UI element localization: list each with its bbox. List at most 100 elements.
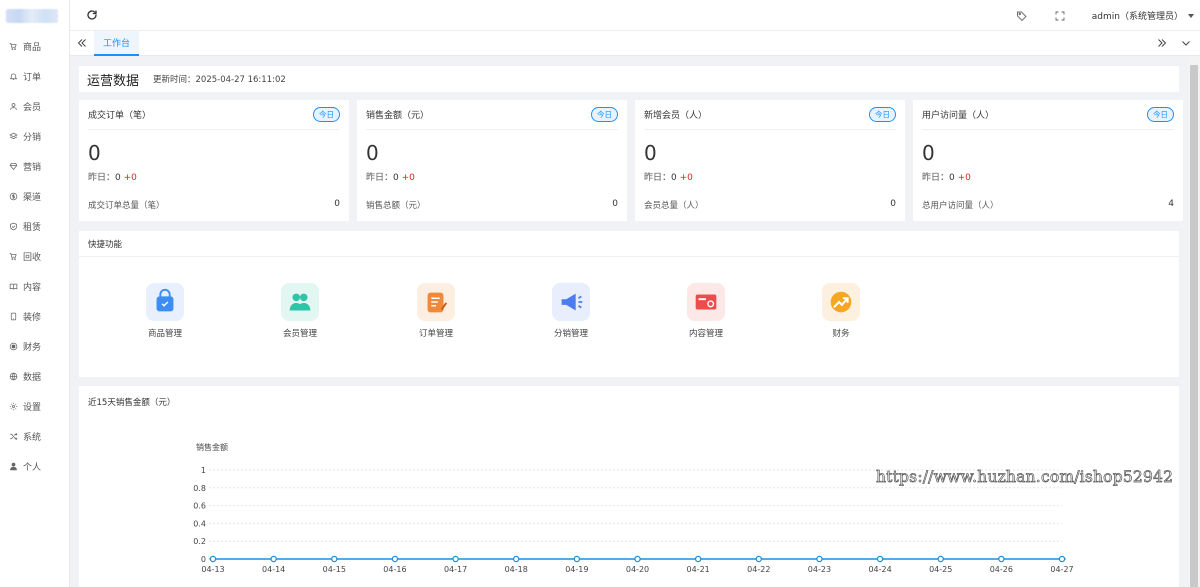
sidebar-item-14[interactable]: 个人: [0, 451, 69, 481]
tabbar: 工作台: [70, 31, 1200, 56]
sidebar-menu: 商品 订单会员分销营销渠道租赁回收内容装修 财务 数据设置系统 个人: [0, 31, 69, 481]
order-edit-icon: [417, 283, 455, 321]
stat-footer: 销售总额（元） 0: [366, 199, 618, 211]
sidebar-item-8[interactable]: 内容: [0, 271, 69, 301]
quick-functions-card: 快捷功能 商品管理 会员管理 订单管理 分销管理 内容管理 财务: [79, 231, 1179, 377]
user-menu[interactable]: admin（系统管理员）: [1092, 9, 1183, 22]
stat-value: 0: [88, 141, 101, 165]
stat-label: 新增会员（人）: [644, 111, 708, 121]
quick-item[interactable]: 财务: [801, 283, 881, 339]
update-time: 更新时间：2025-04-27 16:11:02: [153, 75, 286, 85]
page-title: 运营数据: [87, 73, 140, 89]
scrollbar[interactable]: [1188, 57, 1200, 587]
data-point: [816, 555, 823, 563]
yesterday-value: 0: [949, 173, 955, 183]
sidebar-item-3[interactable]: 分销: [0, 121, 69, 151]
delta-value: +0: [123, 173, 137, 183]
x-tick-label: 04-25: [929, 565, 952, 574]
sidebar: 商品 订单会员分销营销渠道租赁回收内容装修 财务 数据设置系统 个人: [0, 0, 70, 587]
refresh-icon[interactable]: [86, 9, 98, 21]
x-tick-label: 04-15: [323, 565, 346, 574]
sidebar-item-label: 设置: [23, 402, 42, 413]
tab-workbench[interactable]: 工作台: [94, 31, 139, 56]
total-label: 销售总额（元）: [366, 201, 426, 211]
quick-item-label: 分销管理: [553, 329, 588, 339]
sidebar-item-0[interactable]: 商品: [0, 31, 69, 61]
mobile-icon: [8, 311, 18, 321]
tag-icon[interactable]: [1016, 10, 1028, 22]
data-point: [512, 555, 520, 563]
cart-icon: [8, 41, 18, 51]
stat-card: 用户访问量（人） 今日 0 昨日：0 +0 总用户访问量（人） 4: [913, 100, 1183, 221]
total-label: 成交订单总量（笔）: [88, 201, 165, 211]
today-badge: 今日: [313, 107, 340, 122]
quick-item[interactable]: 分销管理: [531, 283, 611, 339]
x-tick-label: 04-23: [808, 565, 831, 574]
quick-item[interactable]: 会员管理: [260, 283, 340, 339]
fullscreen-icon[interactable]: [1054, 10, 1066, 22]
logo[interactable]: [0, 0, 69, 31]
sidebar-item-label: 营销: [23, 162, 42, 173]
sidebar-item-13[interactable]: 系统: [0, 421, 69, 451]
data-point: [937, 555, 944, 563]
total-label: 总用户访问量（人）: [922, 201, 999, 211]
caret-down-icon[interactable]: [1188, 13, 1194, 18]
today-badge: 今日: [1147, 107, 1174, 122]
quick-item-label: 内容管理: [688, 329, 723, 339]
sales-chart-card: 近15天销售金额（元） 销售金额 0 0.2 0.4 0.6 0.8 1 04-13 04-14…: [79, 386, 1179, 587]
chevron-down-icon[interactable]: [1180, 37, 1192, 49]
sidebar-item-label: 回收: [23, 252, 42, 263]
content-card-icon: [687, 283, 725, 321]
trend-up-icon: [822, 283, 860, 321]
stat-value: 0: [922, 141, 935, 165]
sidebar-item-1[interactable]: 订单: [0, 61, 69, 91]
sidebar-item-6[interactable]: 租赁: [0, 211, 69, 241]
watermark: https://www.huzhan.com/ishop52942: [876, 468, 1174, 487]
sidebar-item-10[interactable]: 财务: [0, 331, 69, 361]
sidebar-item-7[interactable]: 回收: [0, 241, 69, 271]
shopping-bag-icon: [146, 283, 184, 321]
topbar-right: admin（系统管理员）: [1016, 0, 1194, 31]
sidebar-item-12[interactable]: 设置: [0, 391, 69, 421]
stat-header: 成交订单（笔） 今日: [88, 100, 340, 130]
finance-icon: [8, 341, 18, 351]
x-tick-label: 04-24: [868, 565, 891, 574]
yesterday-label: 昨日：: [922, 173, 950, 183]
x-tick-label: 04-19: [565, 565, 588, 574]
sidebar-item-label: 内容: [23, 282, 42, 293]
double-chevron-left-icon[interactable]: [76, 37, 88, 49]
sidebar-item-11[interactable]: 数据: [0, 361, 69, 391]
sidebar-item-label: 分销: [23, 132, 42, 143]
sidebar-item-4[interactable]: 营销: [0, 151, 69, 181]
quick-item-label: 会员管理: [282, 329, 317, 339]
yesterday-value: 0: [115, 173, 121, 183]
topbar: admin（系统管理员）: [70, 0, 1200, 31]
sidebar-item-9[interactable]: 装修: [0, 301, 69, 331]
stat-header: 用户访问量（人） 今日: [922, 100, 1174, 130]
stat-label: 销售金额（元）: [366, 111, 430, 121]
quick-item[interactable]: 内容管理: [666, 283, 746, 339]
person-icon: [8, 461, 18, 471]
scrollbar-thumb[interactable]: [1190, 65, 1198, 587]
data-point: [755, 555, 763, 563]
quick-item-label: 财务: [832, 329, 850, 339]
total-value: 0: [612, 199, 618, 209]
sidebar-item-label: 会员: [23, 102, 42, 113]
gear-icon: [8, 401, 18, 411]
double-chevron-right-icon[interactable]: [1156, 37, 1168, 49]
sidebar-item-2[interactable]: 会员: [0, 91, 69, 121]
sidebar-item-label: 渠道: [23, 192, 42, 203]
stat-footer: 会员总量（人） 0: [644, 199, 896, 211]
stat-yesterday: 昨日：0 +0: [644, 170, 896, 183]
x-tick-label: 04-26: [990, 565, 1013, 574]
sidebar-item-5[interactable]: 渠道: [0, 181, 69, 211]
stat-value: 0: [366, 141, 379, 165]
data-point: [573, 555, 581, 563]
user-icon: [8, 101, 18, 111]
x-tick-label: 04-22: [747, 565, 770, 574]
quick-item[interactable]: 商品管理: [125, 283, 205, 339]
shuffle-icon: [8, 431, 18, 441]
stat-value: 0: [644, 141, 657, 165]
members-icon: [281, 283, 319, 321]
quick-item[interactable]: 订单管理: [396, 283, 476, 339]
